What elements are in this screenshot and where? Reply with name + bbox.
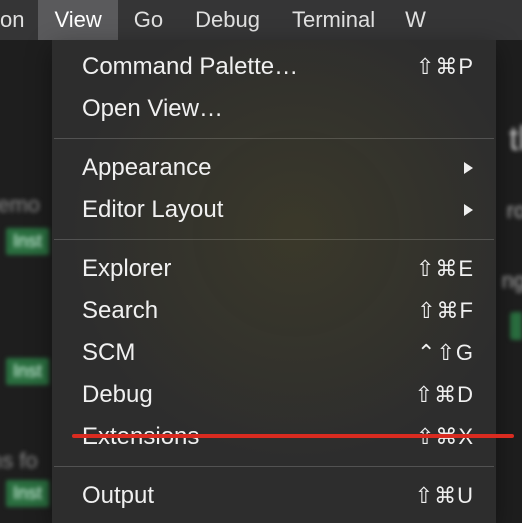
menu-terminal[interactable]: Terminal <box>276 0 391 40</box>
menu-label: View <box>54 7 101 33</box>
menu-appearance[interactable]: Appearance <box>52 147 496 189</box>
menu-scm[interactable]: SCM ⌃⇧G <box>52 332 496 374</box>
annotation-underline <box>72 434 514 438</box>
menu-separator <box>54 138 494 139</box>
menu-command-palette[interactable]: Command Palette… ⇧⌘P <box>52 46 496 88</box>
menuitem-label: Appearance <box>82 151 462 185</box>
menu-separator <box>54 239 494 240</box>
menu-explorer[interactable]: Explorer ⇧⌘E <box>52 248 496 290</box>
bg-badge-install: Inst <box>6 358 49 385</box>
menu-open-view[interactable]: Open View… <box>52 88 496 130</box>
menuitem-label: Editor Layout <box>82 193 462 227</box>
menuitem-label: Search <box>82 294 417 328</box>
menuitem-shortcut: ⇧⌘E <box>416 252 474 286</box>
menu-label: Debug <box>195 7 260 33</box>
menu-label: on <box>0 7 24 33</box>
menu-item-fragment: on <box>0 0 38 40</box>
menuitem-shortcut: ⇧⌘D <box>415 378 474 412</box>
menuitem-label: SCM <box>82 336 417 370</box>
menubar: on View Go Debug Terminal W <box>0 0 522 40</box>
bg-badge-install: Inst <box>6 228 49 255</box>
menu-go[interactable]: Go <box>118 0 179 40</box>
bg-text: ng <box>502 268 522 294</box>
chevron-right-icon <box>462 161 474 175</box>
bg-text: ro <box>506 198 522 224</box>
menuitem-label: Command Palette… <box>82 50 416 84</box>
menu-debug[interactable]: Debug <box>179 0 276 40</box>
menu-view[interactable]: View <box>38 0 117 40</box>
bg-badge-install: Inst <box>6 480 49 507</box>
menu-search[interactable]: Search ⇧⌘F <box>52 290 496 332</box>
menu-label: W <box>405 7 426 33</box>
bg-text: ns fo <box>0 448 38 474</box>
menu-editor-layout[interactable]: Editor Layout <box>52 189 496 231</box>
menuitem-label: Debug <box>82 378 415 412</box>
menu-label: Go <box>134 7 163 33</box>
menuitem-label: Explorer <box>82 252 416 286</box>
bg-text: remo <box>0 192 40 218</box>
bg-pill <box>510 312 522 340</box>
view-dropdown: Command Palette… ⇧⌘P Open View… Appearan… <box>52 40 496 523</box>
menu-item-fragment: W <box>391 0 426 40</box>
menu-separator <box>54 466 494 467</box>
menu-debug-view[interactable]: Debug ⇧⌘D <box>52 374 496 416</box>
menuitem-shortcut: ⇧⌘F <box>417 294 474 328</box>
menuitem-shortcut: ⇧⌘P <box>416 50 474 84</box>
menuitem-shortcut: ⌃⇧G <box>417 336 474 370</box>
menuitem-label: Open View… <box>82 92 474 126</box>
menu-output[interactable]: Output ⇧⌘U <box>52 475 496 517</box>
menu-label: Terminal <box>292 7 375 33</box>
chevron-right-icon <box>462 203 474 217</box>
menuitem-shortcut: ⇧⌘U <box>415 479 474 513</box>
bg-text: tl <box>509 120 522 159</box>
menuitem-label: Output <box>82 479 415 513</box>
